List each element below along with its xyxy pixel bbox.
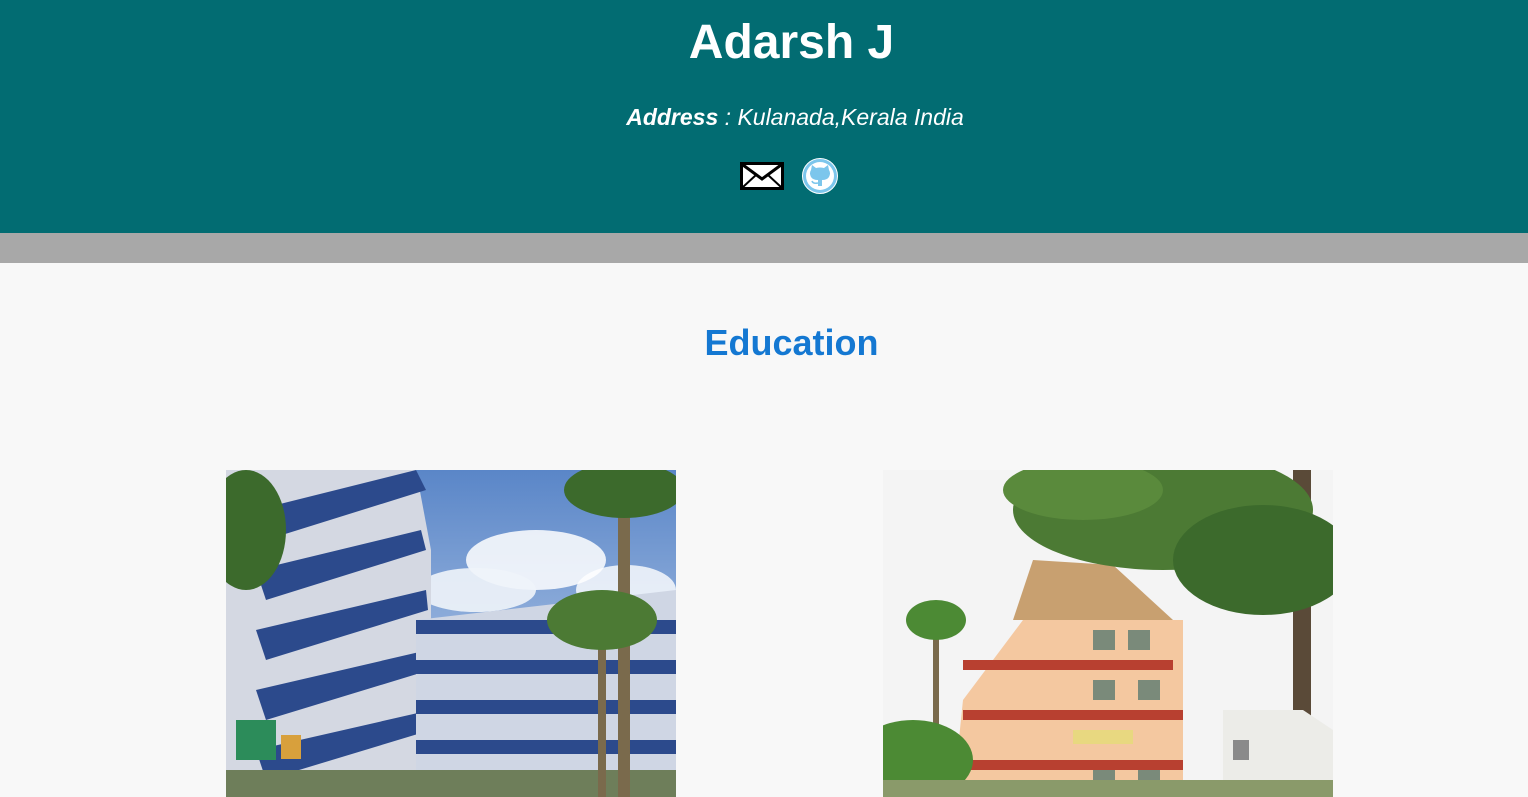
header-divider (0, 233, 1528, 263)
college-building-photo (226, 470, 676, 797)
address-line: Address : Kulanada,Kerala India (0, 102, 1528, 132)
education-title: Education (704, 322, 879, 363)
address-label: Address (626, 104, 719, 130)
contact-icons (740, 157, 840, 199)
email-icon[interactable] (740, 161, 784, 195)
profile-name: Adarsh J (688, 16, 895, 69)
school-building-photo (883, 470, 1333, 797)
address-value: Kulanada,Kerala India (737, 104, 964, 130)
header: Adarsh J Address : Kulanada,Kerala India (0, 0, 1528, 233)
github-icon[interactable] (800, 157, 840, 199)
address-separator: : (718, 104, 738, 130)
